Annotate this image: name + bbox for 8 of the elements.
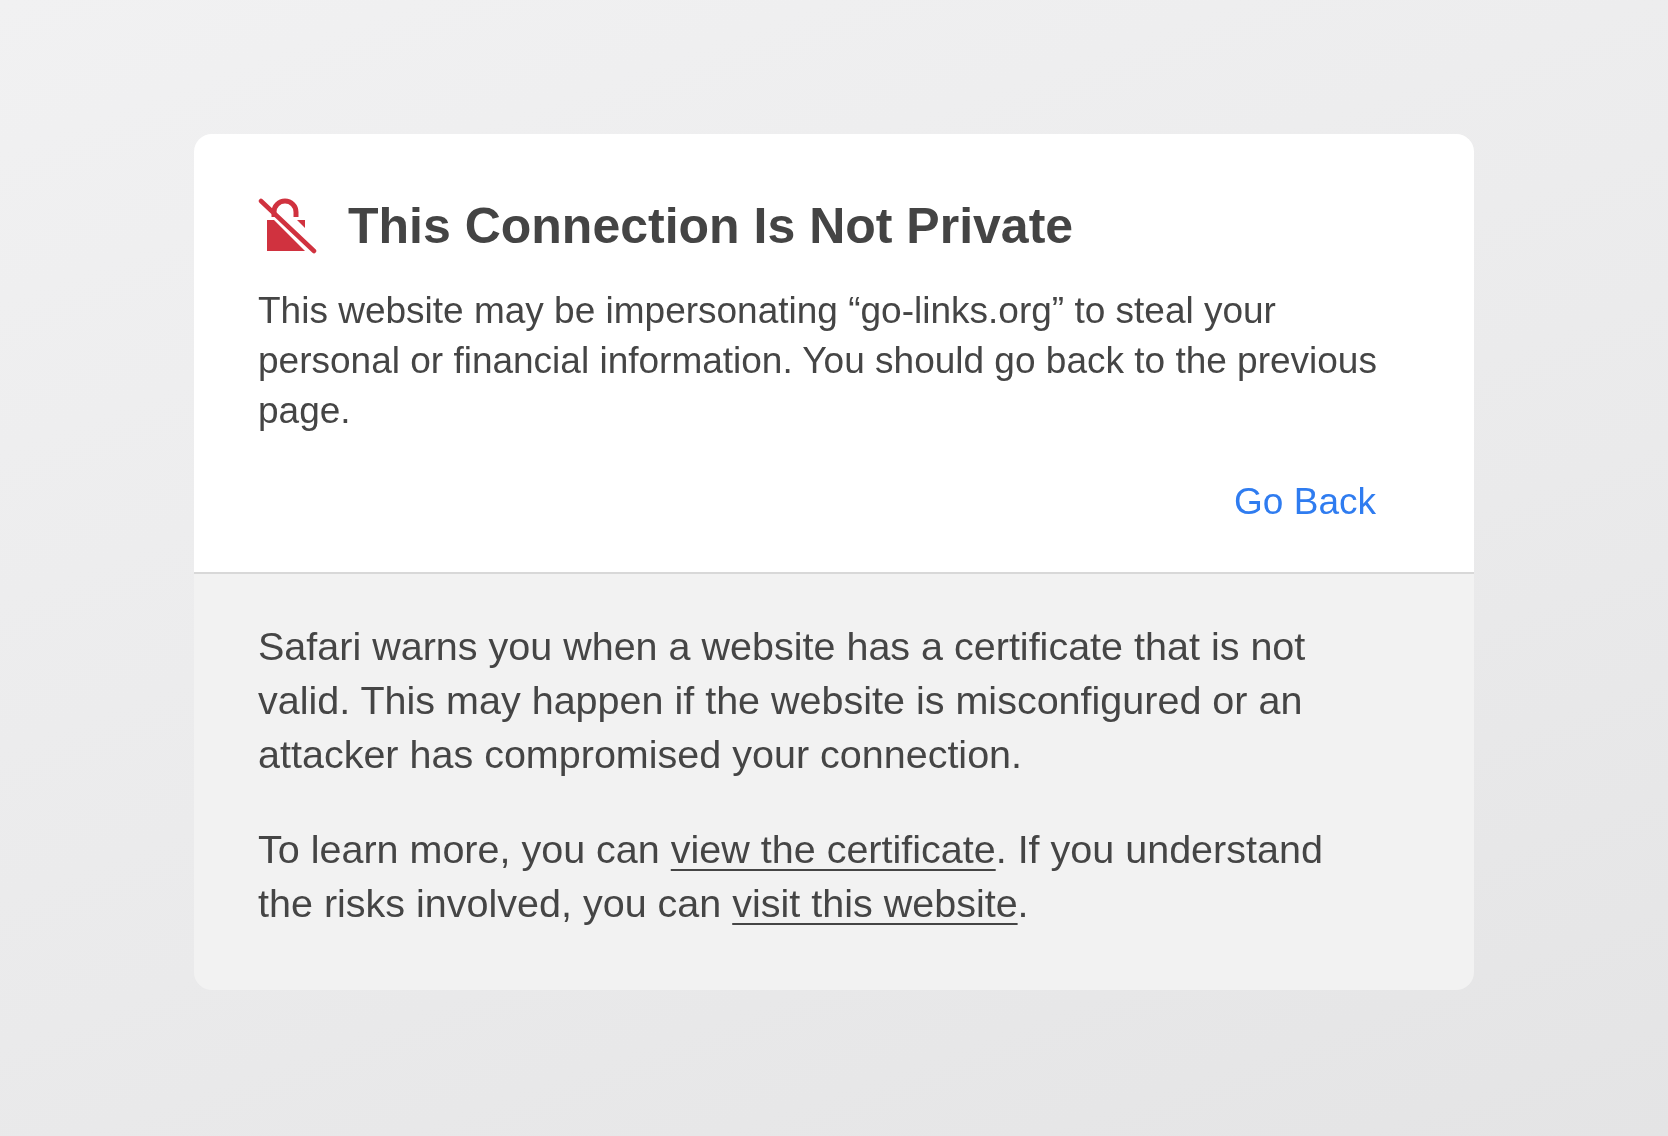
view-certificate-link[interactable]: view the certificate <box>670 827 996 871</box>
lock-slash-icon <box>258 198 318 254</box>
warning-title: This Connection Is Not Private <box>348 197 1074 255</box>
details-paragraph: Safari warns you when a website has a certificate that is not valid. This may happen if the website is misconfigured or an attacker has compromised your connection. <box>258 623 1307 778</box>
go-back-button[interactable]: Go Back <box>1234 481 1376 523</box>
visit-website-link[interactable]: visit this website <box>732 881 1018 925</box>
warning-message: This website may be impersonating “go-links.org” to steal your personal or financial information. You should go back to the previous page. <box>258 289 1378 433</box>
details-paragraph: To learn more, you can view the certificate. If you understand the risks involved, you can visit this website. <box>258 826 1324 927</box>
